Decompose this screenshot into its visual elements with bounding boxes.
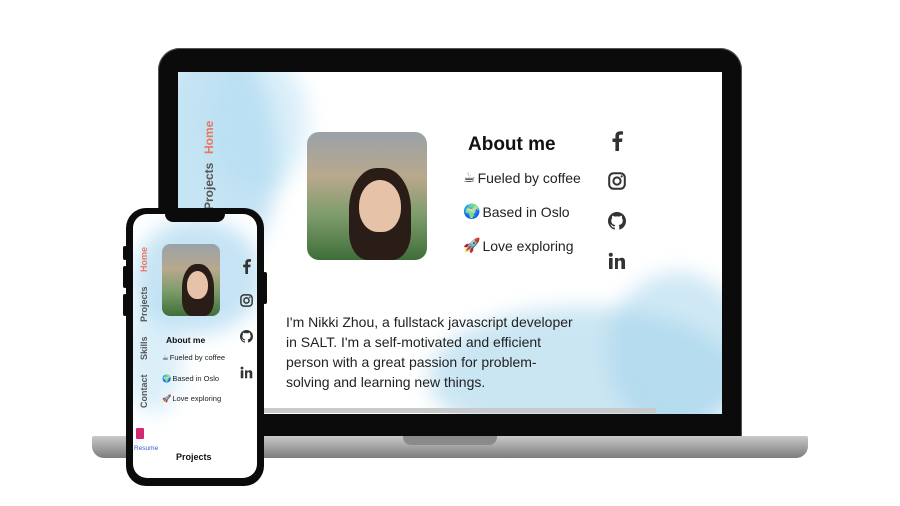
facebook-icon[interactable] [238, 258, 254, 274]
rocket-icon: 🚀 [463, 238, 481, 254]
resume-icon[interactable] [136, 428, 144, 439]
watercolor-decoration [608, 272, 722, 414]
fact-text: Based in Oslo [482, 204, 570, 220]
github-icon[interactable] [238, 328, 254, 344]
coffee-icon: ☕ [463, 170, 476, 186]
fact-item: 🌍 Based in Oslo [463, 204, 570, 220]
linkedin-icon[interactable] [606, 250, 628, 272]
nav-skills[interactable]: Skills [139, 336, 149, 360]
phone-side-button [123, 294, 127, 316]
linkedin-icon[interactable] [238, 364, 254, 380]
profile-photo [162, 244, 220, 316]
nav-home[interactable]: Home [202, 121, 216, 154]
phone-notch [165, 214, 225, 222]
globe-icon: 🌍 [463, 204, 481, 220]
about-heading: About me [166, 335, 206, 345]
coffee-icon: ☕ [162, 353, 169, 362]
fact-item: ☕ Fueled by coffee [162, 353, 225, 362]
resume-link[interactable]: Resume [134, 445, 158, 452]
fact-item: ☕ Fueled by coffee [463, 170, 581, 186]
phone-side-button [123, 266, 127, 288]
laptop-notch [403, 436, 497, 445]
phone-side-button [123, 246, 127, 260]
fact-item: 🚀 Love exploring [463, 238, 574, 254]
fact-item: 🌍 Based in Oslo [162, 374, 219, 383]
fact-text: Based in Oslo [172, 374, 220, 383]
profile-photo [307, 132, 427, 260]
facebook-icon[interactable] [606, 130, 628, 152]
instagram-icon[interactable] [606, 170, 628, 192]
instagram-icon[interactable] [238, 292, 254, 308]
nav-contact[interactable]: Contact [139, 375, 149, 409]
globe-icon: 🌍 [162, 374, 172, 383]
phone-screen: Home Projects Skills Contact About me ☕ … [133, 214, 257, 478]
projects-section-title: Projects [176, 452, 212, 462]
nav-projects[interactable]: Projects [202, 163, 216, 210]
nav-projects[interactable]: Projects [139, 286, 149, 322]
github-icon[interactable] [606, 210, 628, 232]
rocket-icon: 🚀 [162, 394, 172, 403]
nav-home[interactable]: Home [139, 247, 149, 272]
fact-text: Love exploring [482, 238, 574, 254]
fact-text: Love exploring [172, 394, 222, 403]
fact-item: 🚀 Love exploring [162, 394, 221, 403]
bio-text: I'm Nikki Zhou, a fullstack javascript d… [286, 314, 573, 390]
fact-text: Fueled by coffee [477, 170, 581, 186]
phone-side-button [263, 272, 267, 304]
about-heading: About me [468, 134, 556, 155]
horizontal-scrollbar[interactable] [260, 408, 656, 413]
fact-text: Fueled by coffee [169, 353, 226, 362]
